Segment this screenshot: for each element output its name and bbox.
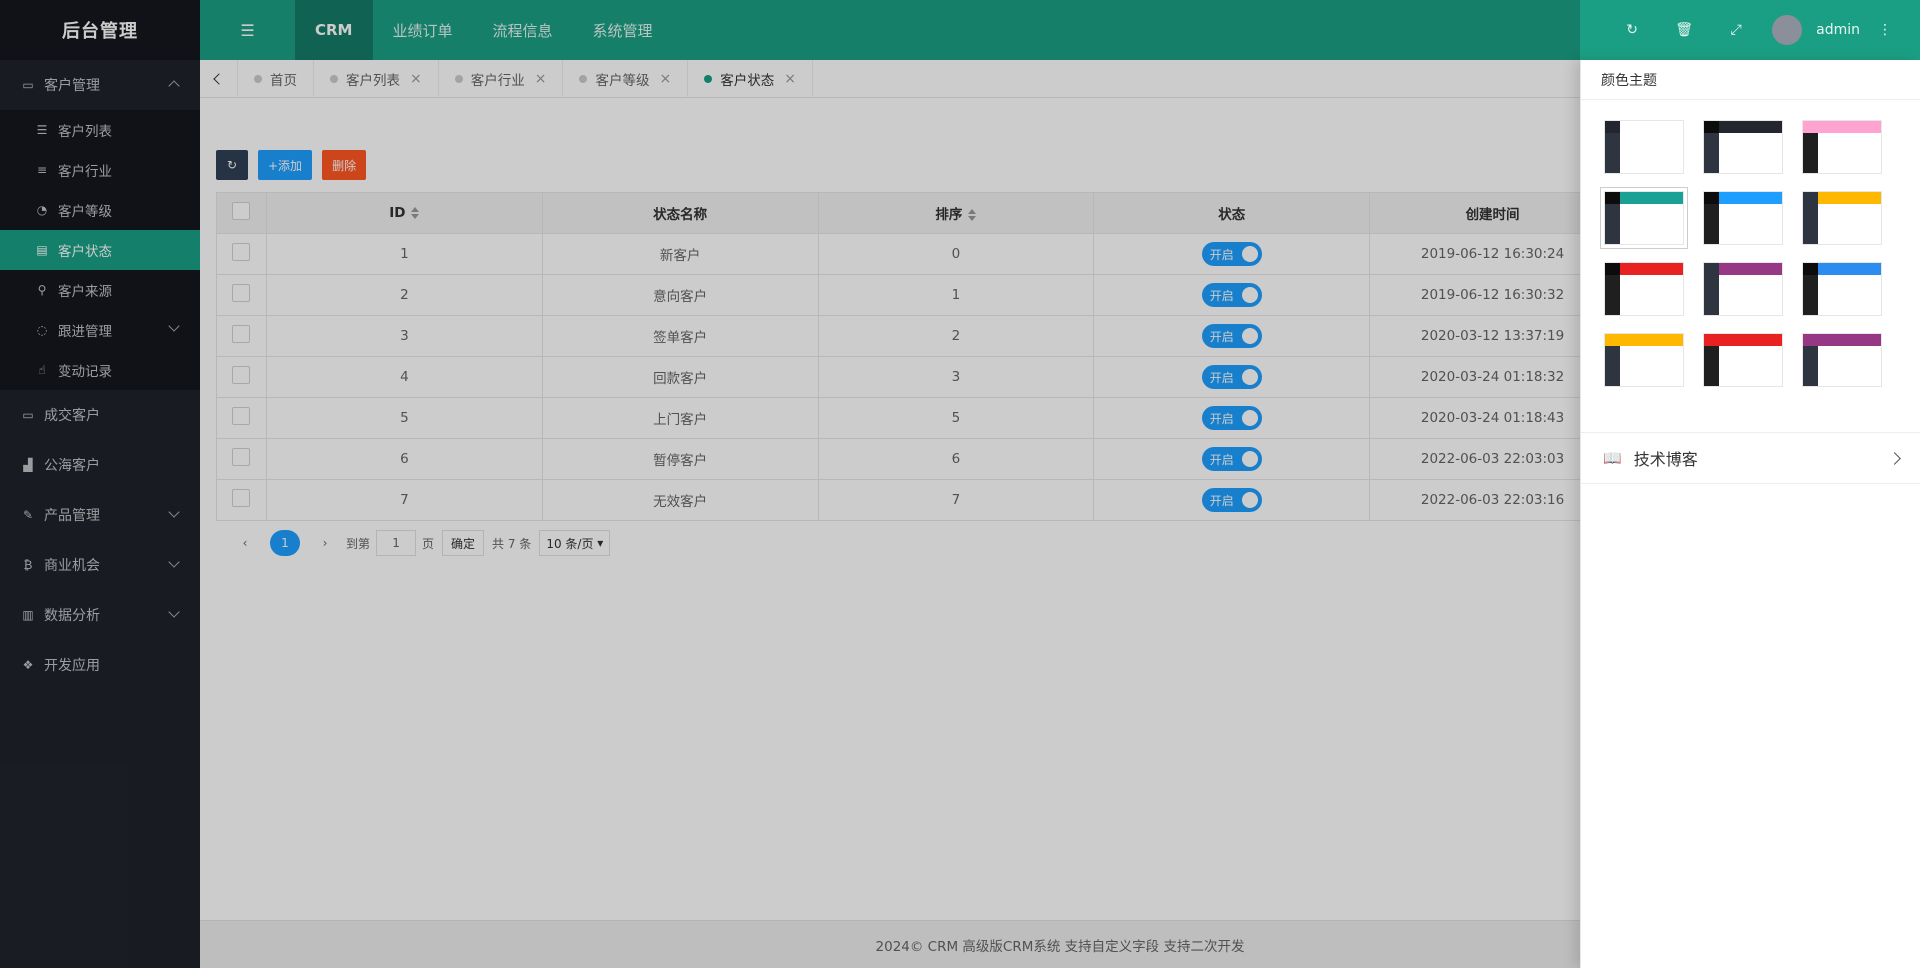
swatch-sidebar <box>1803 133 1818 173</box>
swatch-header <box>1719 263 1782 275</box>
book-icon: 📖 <box>1603 449 1622 467</box>
swatch-logo <box>1605 334 1620 346</box>
swatch-sidebar <box>1605 204 1620 244</box>
header-actions: ↻ 🗑 ⤢ admin ⋮ <box>1606 0 1920 60</box>
swatch-sidebar <box>1803 346 1818 386</box>
panel-title: 颜色主题 <box>1581 60 1920 100</box>
theme-swatch[interactable] <box>1600 187 1688 249</box>
swatch-header <box>1818 263 1881 275</box>
swatch-header <box>1818 334 1881 346</box>
theme-swatch[interactable] <box>1604 262 1684 316</box>
swatch-header <box>1620 121 1683 133</box>
swatch-header <box>1818 192 1881 204</box>
swatch-sidebar <box>1704 346 1719 386</box>
swatch-sidebar <box>1605 133 1620 173</box>
avatar <box>1772 15 1803 45</box>
theme-swatch[interactable] <box>1604 333 1684 387</box>
theme-swatch[interactable] <box>1604 120 1684 174</box>
theme-swatch[interactable] <box>1703 191 1783 245</box>
user-menu[interactable]: admin <box>1762 15 1870 45</box>
tech-blog-link[interactable]: 📖 技术博客 <box>1581 432 1920 484</box>
theme-swatch[interactable] <box>1802 333 1882 387</box>
theme-swatch[interactable] <box>1802 191 1882 245</box>
swatch-header <box>1818 121 1881 133</box>
swatch-sidebar <box>1803 275 1818 315</box>
chevron-right-icon <box>1888 452 1901 465</box>
swatch-logo <box>1803 334 1818 346</box>
swatch-sidebar <box>1704 275 1719 315</box>
theme-swatch[interactable] <box>1703 120 1783 174</box>
username: admin <box>1816 22 1860 38</box>
swatch-logo <box>1704 192 1719 204</box>
swatch-header <box>1719 121 1782 133</box>
swatch-sidebar <box>1803 204 1818 244</box>
swatch-logo <box>1803 121 1818 133</box>
swatch-logo <box>1605 263 1620 275</box>
trash-icon[interactable]: 🗑 <box>1658 22 1710 38</box>
swatch-sidebar <box>1605 346 1620 386</box>
tech-blog-label: 技术博客 <box>1633 450 1698 469</box>
swatch-logo <box>1704 263 1719 275</box>
swatch-logo <box>1803 263 1818 275</box>
more-vertical-icon[interactable]: ⋮ <box>1870 22 1900 38</box>
theme-grid <box>1581 100 1920 387</box>
swatch-logo <box>1605 121 1620 133</box>
theme-swatch[interactable] <box>1802 262 1882 316</box>
swatch-header <box>1620 334 1683 346</box>
swatch-header <box>1620 263 1683 275</box>
swatch-logo <box>1704 121 1719 133</box>
swatch-logo <box>1605 192 1620 204</box>
swatch-logo <box>1803 192 1818 204</box>
theme-swatch[interactable] <box>1703 262 1783 316</box>
swatch-sidebar <box>1704 133 1719 173</box>
theme-swatch[interactable] <box>1802 120 1882 174</box>
modal-overlay[interactable] <box>0 0 1580 968</box>
swatch-logo <box>1704 334 1719 346</box>
swatch-header <box>1620 192 1683 204</box>
swatch-sidebar <box>1704 204 1719 244</box>
theme-panel: 颜色主题 📖 技术博客 <box>1580 60 1920 968</box>
fullscreen-icon[interactable]: ⤢ <box>1710 22 1762 38</box>
swatch-header <box>1719 192 1782 204</box>
theme-swatch[interactable] <box>1703 333 1783 387</box>
refresh-icon[interactable]: ↻ <box>1606 22 1658 38</box>
swatch-header <box>1719 334 1782 346</box>
swatch-sidebar <box>1605 275 1620 315</box>
